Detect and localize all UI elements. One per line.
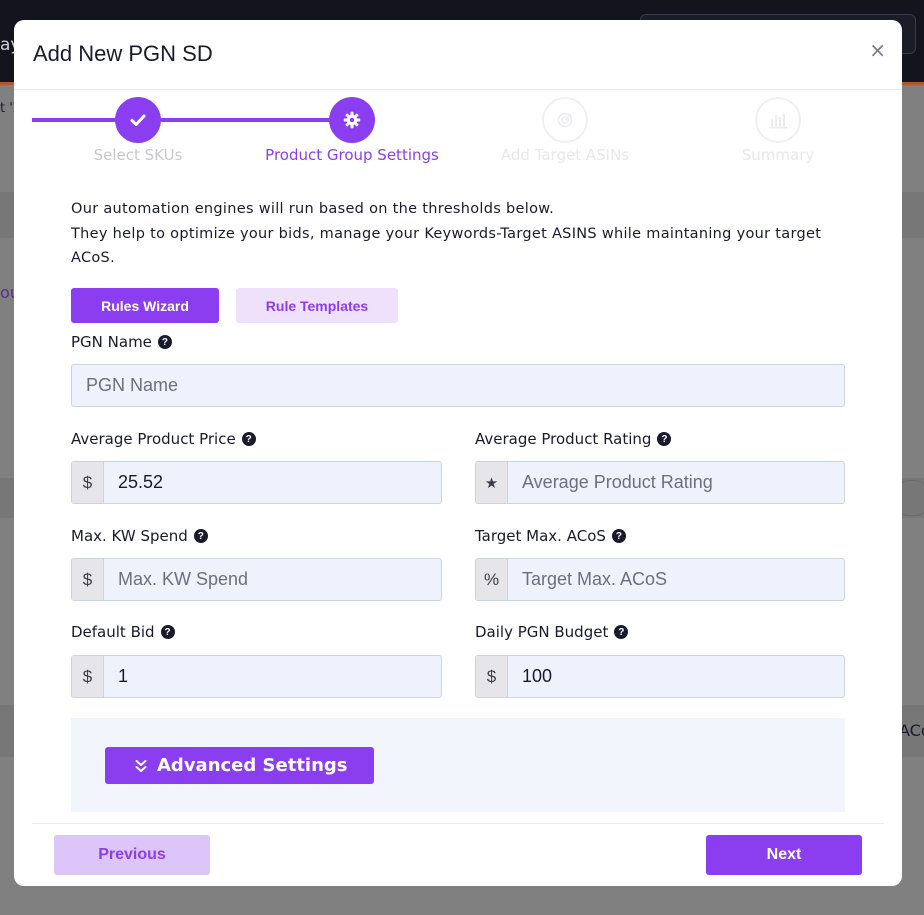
step-product-group-settings[interactable]	[329, 97, 375, 143]
default-bid-label: Default Bid ?	[71, 623, 175, 641]
advanced-settings-button[interactable]: Advanced Settings	[105, 747, 374, 784]
pgn-name-input[interactable]	[71, 364, 845, 407]
intro-line: They help to optimize your bids, manage …	[71, 225, 822, 267]
dollar-addon: $	[476, 656, 508, 697]
intro-line: Our automation engines will run based on…	[71, 201, 554, 217]
step-label: Add Target ASINs	[500, 146, 630, 164]
double-chevron-down-icon	[135, 759, 147, 772]
max-kw-spend-label: Max. KW Spend ?	[71, 527, 208, 545]
rule-templates-button[interactable]: Rule Templates	[236, 288, 398, 323]
dollar-addon: $	[72, 656, 104, 697]
star-icon: ★	[476, 462, 508, 503]
daily-budget-label: Daily PGN Budget ?	[475, 623, 629, 641]
label-text: Max. KW Spend	[71, 527, 188, 545]
check-icon	[130, 114, 146, 126]
dollar-addon: $	[72, 462, 104, 503]
footer-divider	[32, 823, 884, 824]
advanced-settings-panel: Advanced Settings	[71, 718, 845, 812]
step-label: Select SKUs	[93, 146, 183, 164]
modal-title: Add New PGN SD	[33, 41, 213, 66]
dollar-addon: $	[72, 559, 104, 600]
help-icon[interactable]: ?	[157, 335, 172, 349]
target-max-acos-field: %	[475, 558, 845, 601]
daily-budget-input[interactable]	[508, 656, 844, 697]
close-icon[interactable]: ×	[869, 39, 886, 61]
help-icon[interactable]: ?	[611, 529, 626, 543]
previous-button[interactable]: Previous	[54, 835, 210, 875]
step-summary[interactable]	[755, 97, 801, 143]
next-button[interactable]: Next	[706, 835, 862, 875]
label-text: Average Product Price	[71, 430, 236, 448]
max-kw-spend-input[interactable]	[104, 559, 441, 600]
avg-price-input[interactable]	[104, 462, 441, 503]
backdrop-text: ACo	[899, 721, 924, 740]
daily-budget-field: $	[475, 655, 845, 698]
pgn-name-label: PGN Name ?	[71, 333, 172, 351]
intro-text: Our automation engines will run based on…	[71, 197, 831, 271]
stepper-progress-line	[32, 118, 352, 122]
label-text: Average Product Rating	[475, 430, 652, 448]
step-label: Summary	[741, 146, 815, 164]
avg-rating-field: ★	[475, 461, 845, 504]
step-label: Product Group Settings	[265, 146, 439, 164]
label-text: Default Bid	[71, 623, 155, 641]
max-kw-spend-field: $	[71, 558, 442, 601]
rules-wizard-button[interactable]: Rules Wizard	[71, 288, 219, 323]
label-text: PGN Name	[71, 333, 152, 351]
label-text: Target Max. ACoS	[475, 527, 606, 545]
step-select-skus[interactable]	[115, 97, 161, 143]
modal-header: Add New PGN SD ×	[14, 20, 902, 90]
avg-price-field: $	[71, 461, 442, 504]
target-max-acos-input[interactable]	[508, 559, 844, 600]
avg-rating-label: Average Product Rating ?	[475, 430, 672, 448]
default-bid-input[interactable]	[104, 656, 441, 697]
advanced-settings-label: Advanced Settings	[157, 755, 348, 776]
target-icon	[557, 112, 573, 128]
bar-chart-icon	[769, 114, 787, 129]
percent-addon: %	[476, 559, 508, 600]
help-icon[interactable]: ?	[241, 432, 256, 446]
default-bid-field: $	[71, 655, 442, 698]
gear-icon	[343, 111, 361, 129]
label-text: Daily PGN Budget	[475, 623, 609, 641]
help-icon[interactable]: ?	[614, 625, 629, 639]
step-add-target-asins[interactable]	[542, 97, 588, 143]
help-icon[interactable]: ?	[657, 432, 672, 446]
add-pgn-modal: Add New PGN SD × Select SKUs Product Gro…	[14, 20, 902, 886]
target-max-acos-label: Target Max. ACoS ?	[475, 527, 626, 545]
avg-price-label: Average Product Price ?	[71, 430, 256, 448]
help-icon[interactable]: ?	[193, 529, 208, 543]
help-icon[interactable]: ?	[160, 625, 175, 639]
avg-rating-input[interactable]	[508, 462, 844, 503]
